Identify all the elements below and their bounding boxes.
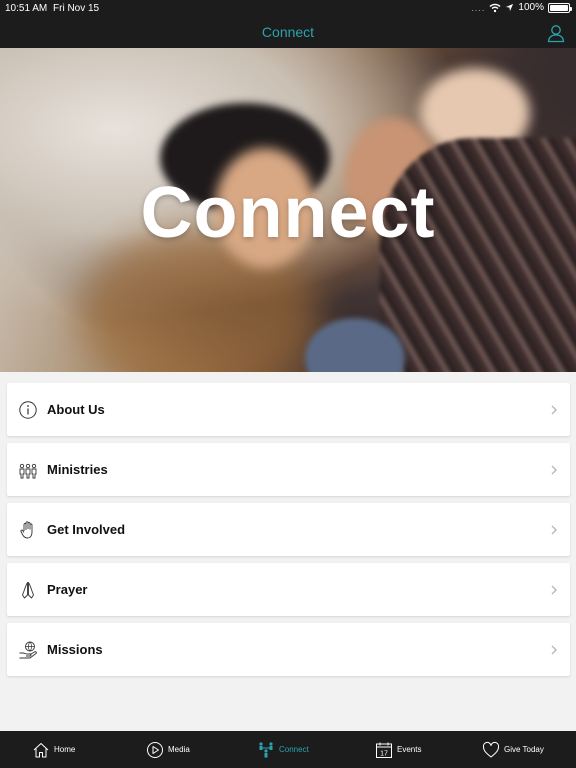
tab-label: Events	[397, 745, 422, 754]
house-icon	[33, 742, 49, 757]
connect-people-icon	[259, 741, 273, 757]
connect-menu: About Us Ministries Get Involved Prayer	[7, 383, 570, 683]
play-circle-icon	[147, 741, 163, 758]
wifi-icon	[489, 3, 501, 12]
chevron-right-icon	[551, 405, 558, 415]
status-date: Fri Nov 15	[53, 3, 100, 14]
location-arrow-icon	[506, 3, 514, 12]
menu-item-missions[interactable]: Missions	[7, 623, 570, 676]
menu-item-label: Get Involved	[47, 522, 126, 537]
status-indicators: .... 100%	[471, 2, 572, 13]
tab-events[interactable]: 17 Events	[375, 731, 421, 768]
calendar-day: 17	[380, 750, 388, 757]
status-bar: 10:51 AM Fri Nov 15 .... 100%	[0, 0, 576, 17]
menu-item-ministries[interactable]: Ministries	[7, 443, 570, 496]
globe-in-hand-icon	[19, 641, 37, 659]
tab-label: Media	[168, 745, 190, 754]
menu-item-prayer[interactable]: Prayer	[7, 563, 570, 616]
tab-connect[interactable]: Connect	[257, 731, 309, 768]
status-time: 10:51 AM	[5, 3, 48, 14]
praying-hands-icon	[22, 582, 34, 599]
tab-give-today[interactable]: Give Today	[482, 731, 544, 768]
chevron-right-icon	[551, 645, 558, 655]
tab-label: Connect	[279, 745, 309, 754]
menu-item-about-us[interactable]: About Us	[7, 383, 570, 436]
battery-fill	[550, 4, 568, 11]
tab-media[interactable]: Media	[146, 731, 190, 768]
people-group-icon	[19, 463, 37, 479]
battery-percent: 100%	[518, 2, 544, 13]
nav-title: Connect	[261, 24, 315, 40]
raised-hand-icon	[20, 521, 33, 539]
calendar-icon: 17	[376, 742, 392, 758]
menu-item-label: Missions	[47, 642, 103, 657]
tab-bar: Home Media Connect 17 Events Give Today	[0, 731, 576, 768]
menu-item-label: Ministries	[47, 462, 108, 477]
heart-icon	[482, 741, 500, 757]
menu-item-label: Prayer	[47, 582, 88, 597]
signal-dots: ....	[471, 2, 486, 13]
tab-label: Give Today	[504, 745, 544, 754]
info-circle-icon	[19, 401, 37, 419]
battery-icon	[548, 2, 572, 13]
chevron-right-icon	[551, 525, 558, 535]
tab-label: Home	[54, 745, 76, 754]
profile-icon[interactable]	[546, 23, 566, 43]
chevron-right-icon	[551, 465, 558, 475]
hero-banner: Connect	[0, 48, 576, 372]
menu-item-label: About Us	[47, 402, 105, 417]
hero-title: Connect	[140, 173, 436, 253]
menu-item-get-involved[interactable]: Get Involved	[7, 503, 570, 556]
chevron-right-icon	[551, 585, 558, 595]
navigation-bar: Connect	[0, 17, 576, 48]
tab-home[interactable]: Home	[32, 731, 75, 768]
